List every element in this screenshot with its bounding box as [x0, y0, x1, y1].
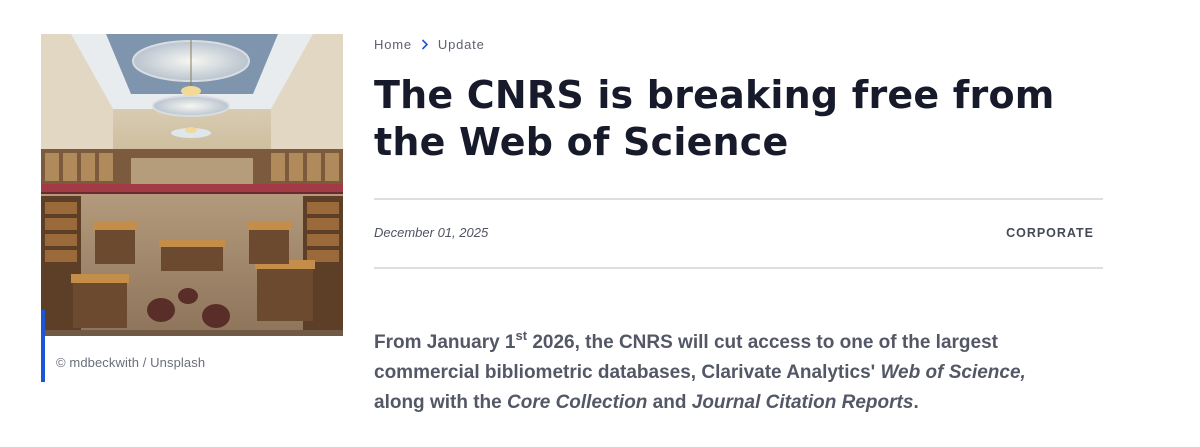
lead-superscript: st [515, 327, 528, 343]
breadcrumb-current: Update [437, 37, 485, 52]
library-illustration [41, 34, 343, 336]
lead-text-1: From January 1 [374, 332, 516, 353]
lead-paragraph: From January 1st 2026, the CNRS will cut… [374, 328, 1074, 418]
photo-credit: © mdbeckwith / Unsplash [56, 355, 206, 370]
caption-accent-bar [41, 310, 45, 382]
lead-text-4: and [647, 392, 692, 413]
breadcrumb: Home Update [374, 37, 485, 52]
lead-text-5: . [913, 392, 919, 413]
category-tag-link[interactable]: CORPORATE [1006, 226, 1094, 240]
divider-bottom [374, 267, 1103, 269]
chevron-right-icon [421, 39, 429, 50]
lead-emphasis-jcr: Journal Citation Reports [691, 392, 914, 413]
publish-date: December 01, 2025 [374, 225, 489, 240]
featured-media: © mdbeckwith / Unsplash [41, 34, 343, 382]
lead-emphasis-core-collection: Core Collection [507, 392, 648, 413]
breadcrumb-home-link[interactable]: Home [374, 37, 412, 52]
lead-text-3: along with the [374, 392, 507, 413]
page-title: The CNRS is breaking free from the Web o… [374, 73, 1055, 164]
lead-emphasis-web-of-science: Web of Science, [880, 362, 1026, 383]
divider-top [374, 198, 1103, 200]
library-photo [41, 34, 343, 336]
photo-caption: © mdbeckwith / Unsplash [41, 310, 343, 382]
